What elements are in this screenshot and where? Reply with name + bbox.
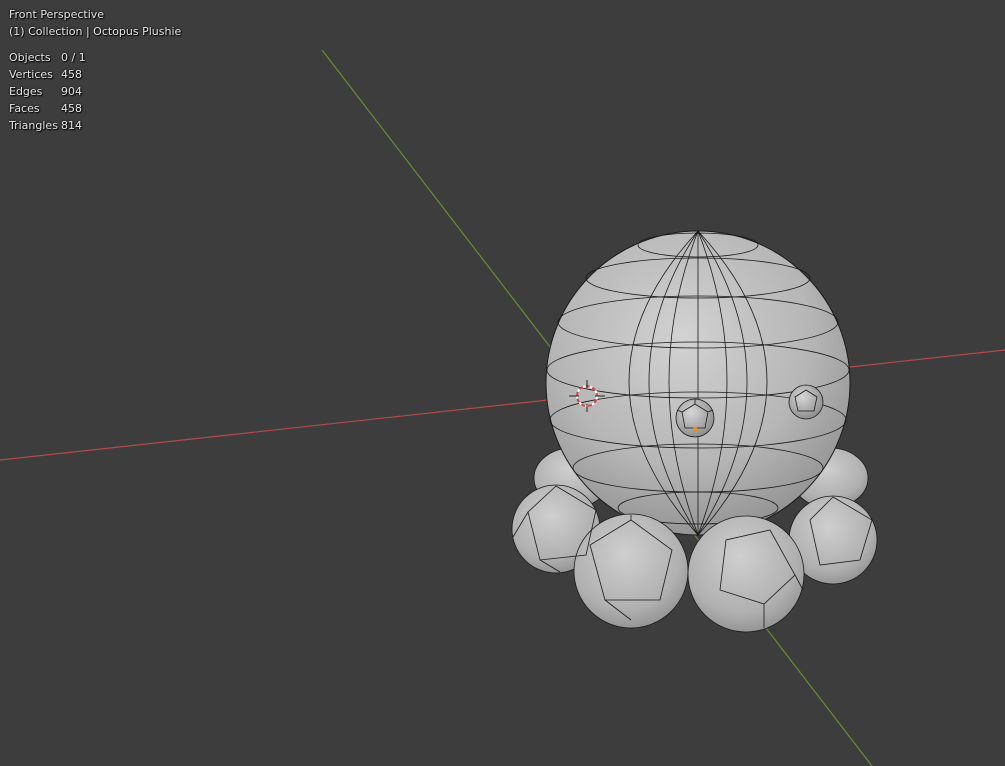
stat-label-faces: Faces [9,102,40,115]
stat-value-edges: 904 [61,85,82,98]
viewport-text-overlay: Front Perspective (1) Collection | Octop… [9,6,181,134]
octopus-head[interactable] [545,230,851,536]
x-axis-line [0,349,1005,461]
stat-label-vertices: Vertices [9,68,53,81]
octopus-eye-left[interactable] [675,398,715,438]
scene-statistics: Objects 0 / 1 Vertices 458 Edges 904 Fac… [9,49,181,134]
stat-value-objects: 0 / 1 [61,51,86,64]
3d-viewport[interactable]: Front Perspective (1) Collection | Octop… [0,0,1005,766]
stat-value-faces: 458 [61,102,82,115]
view-name: Front Perspective [9,8,105,21]
stat-value-triangles: 814 [61,119,82,132]
stat-value-vertices: 458 [61,68,82,81]
stat-label-edges: Edges [9,85,43,98]
stat-label-triangles: Triangles [9,119,58,132]
collection-info: (1) Collection | Octopus Plushie [9,25,182,38]
octopus-eye-right[interactable] [788,384,824,420]
stat-label-objects: Objects [9,51,51,64]
